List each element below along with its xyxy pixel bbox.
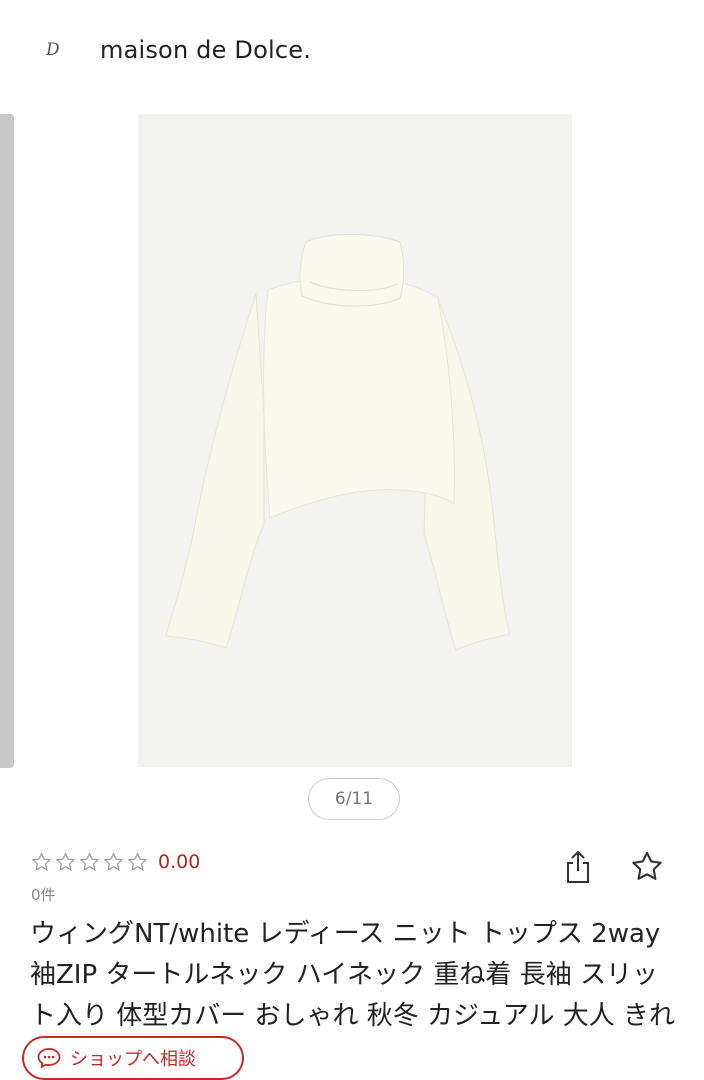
review-count[interactable]: 0件 bbox=[31, 884, 56, 905]
star-outline-icon bbox=[632, 851, 662, 880]
star-outline-icon bbox=[30, 851, 53, 874]
share-icon bbox=[567, 850, 589, 883]
brand-logo[interactable]: D bbox=[46, 40, 60, 60]
star-outline-icon bbox=[126, 851, 149, 874]
star-outline-icon bbox=[54, 851, 77, 874]
star-outline-icon bbox=[78, 851, 101, 874]
image-pager[interactable]: 6/11 bbox=[308, 778, 400, 820]
consult-shop-button[interactable]: ショップへ相談 bbox=[22, 1036, 244, 1080]
consult-shop-label: ショップへ相談 bbox=[70, 1049, 196, 1070]
rating-value: 0.00 bbox=[158, 851, 201, 873]
star-outline-icon bbox=[102, 851, 125, 874]
sweater-illustration bbox=[138, 114, 572, 767]
product-image[interactable] bbox=[138, 114, 572, 767]
chat-bubble-icon bbox=[36, 1046, 62, 1070]
scrollbar[interactable] bbox=[0, 114, 14, 768]
rating-stars[interactable]: 0.00 bbox=[30, 848, 200, 876]
share-button[interactable] bbox=[560, 846, 596, 888]
brand-name[interactable]: maison de Dolce. bbox=[100, 36, 311, 64]
favorite-button[interactable] bbox=[628, 848, 666, 886]
header: D maison de Dolce. bbox=[0, 0, 704, 104]
